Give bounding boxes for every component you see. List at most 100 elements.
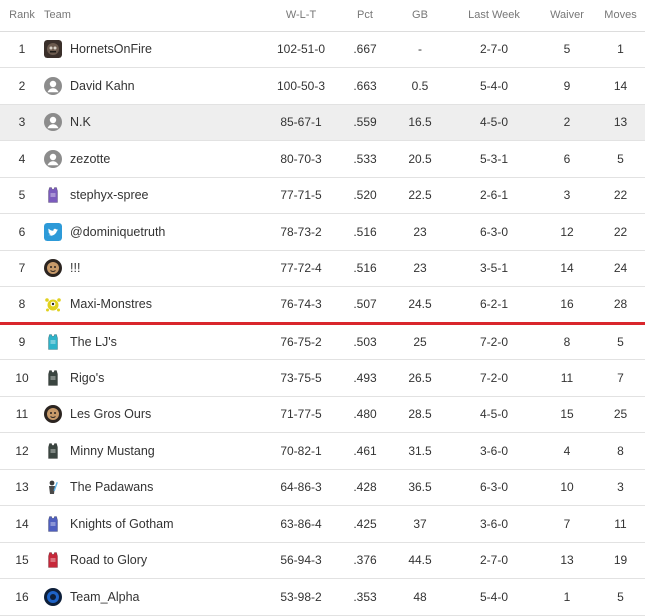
hornet-avatar-icon xyxy=(44,40,62,59)
team-name-link[interactable]: Les Gros Ours xyxy=(70,407,151,421)
photo-avatar-icon xyxy=(44,259,62,278)
pct-cell: .516 xyxy=(340,250,390,287)
waiver-cell: 10 xyxy=(538,469,596,506)
pct-cell: .428 xyxy=(340,469,390,506)
team-wrap: David Kahn xyxy=(44,76,262,95)
pct-cell: .353 xyxy=(340,578,390,616)
wlt-cell: 102-51-0 xyxy=(262,31,340,68)
wlt-cell: 77-71-5 xyxy=(262,177,340,214)
header-rank[interactable]: Rank xyxy=(0,0,44,32)
wlt-cell: 85-67-1 xyxy=(262,104,340,141)
pct-cell: .559 xyxy=(340,104,390,141)
wlt-cell: 63-86-4 xyxy=(262,505,340,543)
table-row[interactable]: 2 David Kahn 100-50-3.663 0.5 5-4-0 9 14 xyxy=(0,67,645,105)
rank-cell: 9 xyxy=(0,323,44,360)
table-row[interactable]: 6 @dominiquetruth 78-73-2.516 23 6-3-0 12 22 xyxy=(0,213,645,251)
team-cell: N.K xyxy=(44,104,262,141)
moves-cell: 25 xyxy=(596,396,645,433)
gb-cell: 16.5 xyxy=(390,104,450,141)
header-row: Rank Team W-L-T Pct GB Last Week Waiver … xyxy=(0,0,645,32)
wlt-cell: 64-86-3 xyxy=(262,469,340,506)
header-team[interactable]: Team xyxy=(44,0,262,32)
team-name-link[interactable]: !!! xyxy=(70,261,80,275)
header-last-week[interactable]: Last Week xyxy=(450,0,538,32)
team-cell: The Padawans xyxy=(44,469,262,506)
pct-cell: .376 xyxy=(340,542,390,579)
last-week-cell: 3-5-1 xyxy=(450,250,538,287)
waiver-cell: 1 xyxy=(538,578,596,616)
pct-cell: .663 xyxy=(340,67,390,105)
pct-cell: .503 xyxy=(340,323,390,360)
wlt-cell: 76-75-2 xyxy=(262,323,340,360)
table-row[interactable]: 10 Rigo's 73-75-5.493 26.5 7-2-0 11 7 xyxy=(0,359,645,397)
table-row[interactable]: 4 zezotte 80-70-3.533 20.5 5-3-1 6 5 xyxy=(0,140,645,178)
waiver-cell: 3 xyxy=(538,177,596,214)
gb-cell: 25 xyxy=(390,323,450,360)
rank-cell: 13 xyxy=(0,469,44,506)
rank-cell: 2 xyxy=(0,67,44,105)
team-name-link[interactable]: stephyx-spree xyxy=(70,188,149,202)
gb-cell: 0.5 xyxy=(390,67,450,105)
team-name-link[interactable]: The Padawans xyxy=(70,480,153,494)
team-wrap: N.K xyxy=(44,113,262,132)
gb-cell: 20.5 xyxy=(390,140,450,178)
team-name-link[interactable]: @dominiquetruth xyxy=(70,225,165,239)
team-wrap: Rigo's xyxy=(44,369,262,387)
header-moves[interactable]: Moves xyxy=(596,0,645,32)
pct-cell: .461 xyxy=(340,432,390,470)
table-row[interactable]: 11 Les Gros Ours 71-77-5.480 28.5 4-5-0 15 25 xyxy=(0,396,645,433)
table-row[interactable]: 12 Minny Mustang 70-82-1.461 31.5 3-6-0 4 8 xyxy=(0,432,645,470)
table-row[interactable]: 5 stephyx-spree 77-71-5.520 22.5 2-6-1 3 22 xyxy=(0,177,645,214)
blue-round-logo-icon xyxy=(44,587,62,606)
table-row[interactable]: 7!!! 77-72-4.516 23 3-5-1 14 24 xyxy=(0,250,645,287)
table-row[interactable]: 9 The LJ's 76-75-2.503 25 7-2-0 8 5 xyxy=(0,323,645,360)
team-wrap: Knights of Gotham xyxy=(44,515,262,533)
last-week-cell: 7-2-0 xyxy=(450,323,538,360)
team-cell: @dominiquetruth xyxy=(44,213,262,251)
pct-cell: .425 xyxy=(340,505,390,543)
header-gb[interactable]: GB xyxy=(390,0,450,32)
pct-cell: .667 xyxy=(340,31,390,68)
last-week-cell: 5-3-1 xyxy=(450,140,538,178)
table-row[interactable]: 8 Maxi-Monstres 76-74-3.507 24.5 6-2-1 16 28 xyxy=(0,286,645,325)
table-row[interactable]: 3 N.K 85-67-1.559 16.5 4-5-0 2 13 xyxy=(0,104,645,141)
team-name-link[interactable]: David Kahn xyxy=(70,79,135,93)
team-wrap: Team_Alpha xyxy=(44,587,262,606)
pct-cell: .493 xyxy=(340,359,390,397)
last-week-cell: 3-6-0 xyxy=(450,505,538,543)
team-name-link[interactable]: Maxi-Monstres xyxy=(70,297,152,311)
gb-cell: 31.5 xyxy=(390,432,450,470)
team-name-link[interactable]: N.K xyxy=(70,115,91,129)
waiver-cell: 15 xyxy=(538,396,596,433)
pct-cell: .533 xyxy=(340,140,390,178)
standings-table: Rank Team W-L-T Pct GB Last Week Waiver … xyxy=(0,0,645,616)
team-name-link[interactable]: Team_Alpha xyxy=(70,590,140,604)
waiver-cell: 13 xyxy=(538,542,596,579)
table-row[interactable]: 15 Road to Glory 56-94-3.376 44.5 2-7-0 13 19 xyxy=(0,542,645,579)
team-name-link[interactable]: The LJ's xyxy=(70,335,117,349)
table-row[interactable]: 1 HornetsOnFire 102-51-0.667-2-7-0 5 1 xyxy=(0,31,645,68)
team-name-link[interactable]: HornetsOnFire xyxy=(70,42,152,56)
waiver-cell: 8 xyxy=(538,323,596,360)
team-wrap: @dominiquetruth xyxy=(44,222,262,241)
team-name-link[interactable]: Minny Mustang xyxy=(70,444,155,458)
team-name-link[interactable]: Rigo's xyxy=(70,371,104,385)
team-name-link[interactable]: Knights of Gotham xyxy=(70,517,174,531)
team-name-link[interactable]: Road to Glory xyxy=(70,553,147,567)
wlt-cell: 70-82-1 xyxy=(262,432,340,470)
table-row[interactable]: 14 Knights of Gotham 63-86-4.425 37 3-6-0 7 11 xyxy=(0,505,645,543)
gb-cell: 44.5 xyxy=(390,542,450,579)
purple-jersey-icon xyxy=(44,186,62,204)
blue-jersey-icon xyxy=(44,515,62,533)
header-wlt[interactable]: W-L-T xyxy=(262,0,340,32)
table-row[interactable]: 16 Team_Alpha 53-98-2.353 48 5-4-0 1 5 xyxy=(0,578,645,616)
rank-cell: 5 xyxy=(0,177,44,214)
rank-cell: 14 xyxy=(0,505,44,543)
waiver-cell: 7 xyxy=(538,505,596,543)
header-waiver[interactable]: Waiver xyxy=(538,0,596,32)
waiver-cell: 14 xyxy=(538,250,596,287)
table-row[interactable]: 13 The Padawans 64-86-3.428 36.5 6-3-0 10 3 xyxy=(0,469,645,506)
header-pct[interactable]: Pct xyxy=(340,0,390,32)
team-cell: Les Gros Ours xyxy=(44,396,262,433)
team-name-link[interactable]: zezotte xyxy=(70,152,110,166)
